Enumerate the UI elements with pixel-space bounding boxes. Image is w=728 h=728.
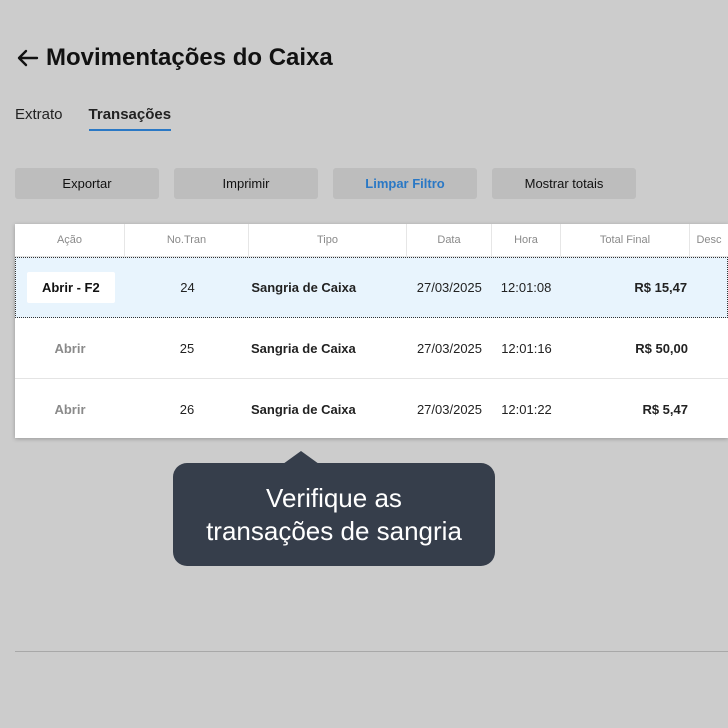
row-hora: 12:01:08 (500, 280, 552, 295)
arrow-left-icon[interactable] (15, 40, 41, 76)
column-header-total-final[interactable]: Total Final (561, 224, 690, 256)
show-totals-button[interactable]: Mostrar totais (492, 168, 636, 199)
row-desc (689, 258, 727, 317)
row-total-final: R$ 5,47 (642, 402, 688, 417)
column-header-tipo[interactable]: Tipo (249, 224, 407, 256)
row-action-cell: Abrir (15, 379, 125, 438)
tab-bar: Extrato Transações (15, 106, 197, 131)
table-row[interactable]: Abrir - F2 24 Sangria de Caixa 27/03/202… (15, 257, 728, 318)
column-header-hora[interactable]: Hora (492, 224, 561, 256)
open-link[interactable]: Abrir (54, 402, 85, 417)
row-desc (690, 318, 728, 378)
tab-transacoes[interactable]: Transações (88, 106, 172, 131)
row-tipo: Sangria de Caixa (251, 280, 357, 295)
transactions-table: Ação No.Tran Tipo Data Hora Total Final … (15, 224, 728, 438)
tooltip-line-1: Verifique as (266, 482, 402, 513)
column-header-data[interactable]: Data (407, 224, 492, 256)
print-button[interactable]: Imprimir (174, 168, 318, 199)
page-title: Movimentações do Caixa (46, 44, 333, 71)
tooltip-line-2: transações de sangria (206, 515, 462, 546)
row-desc (690, 379, 728, 438)
row-total-final: R$ 15,47 (634, 280, 688, 295)
row-data: 27/03/2025 (416, 280, 482, 295)
row-action-cell: Abrir (15, 318, 125, 378)
tab-extrato[interactable]: Extrato (15, 106, 63, 131)
row-hora: 12:01:16 (501, 340, 552, 356)
row-total-final: R$ 50,00 (635, 340, 688, 356)
divider (15, 651, 728, 652)
column-header-no-tran[interactable]: No.Tran (125, 224, 249, 256)
row-data: 27/03/2025 (416, 340, 483, 356)
export-button[interactable]: Exportar (15, 168, 159, 199)
column-header-acao[interactable]: Ação (15, 224, 125, 256)
row-no-tran: 26 (179, 402, 195, 417)
row-no-tran: 24 (180, 280, 195, 295)
page-header: Movimentações do Caixa (15, 40, 333, 76)
table-row[interactable]: Abrir 26 Sangria de Caixa 27/03/2025 12:… (15, 379, 728, 438)
row-hora: 12:01:22 (501, 402, 552, 417)
row-tipo: Sangria de Caixa (251, 402, 356, 417)
column-header-desc[interactable]: Desc (690, 224, 728, 256)
row-tipo: Sangria de Caixa (251, 340, 356, 356)
row-data: 27/03/2025 (416, 402, 483, 417)
row-no-tran: 25 (179, 340, 195, 356)
open-link[interactable]: Abrir (54, 341, 85, 356)
toolbar: Exportar Imprimir Limpar Filtro Mostrar … (15, 168, 651, 199)
table-row[interactable]: Abrir 25 Sangria de Caixa 27/03/2025 12:… (15, 318, 728, 379)
tooltip: Verifique as transações de sangria (173, 463, 495, 566)
table-header: Ação No.Tran Tipo Data Hora Total Final … (15, 224, 728, 257)
clear-filter-button[interactable]: Limpar Filtro (333, 168, 477, 199)
open-button[interactable]: Abrir - F2 (26, 272, 115, 303)
row-action-cell: Abrir - F2 (16, 258, 126, 317)
